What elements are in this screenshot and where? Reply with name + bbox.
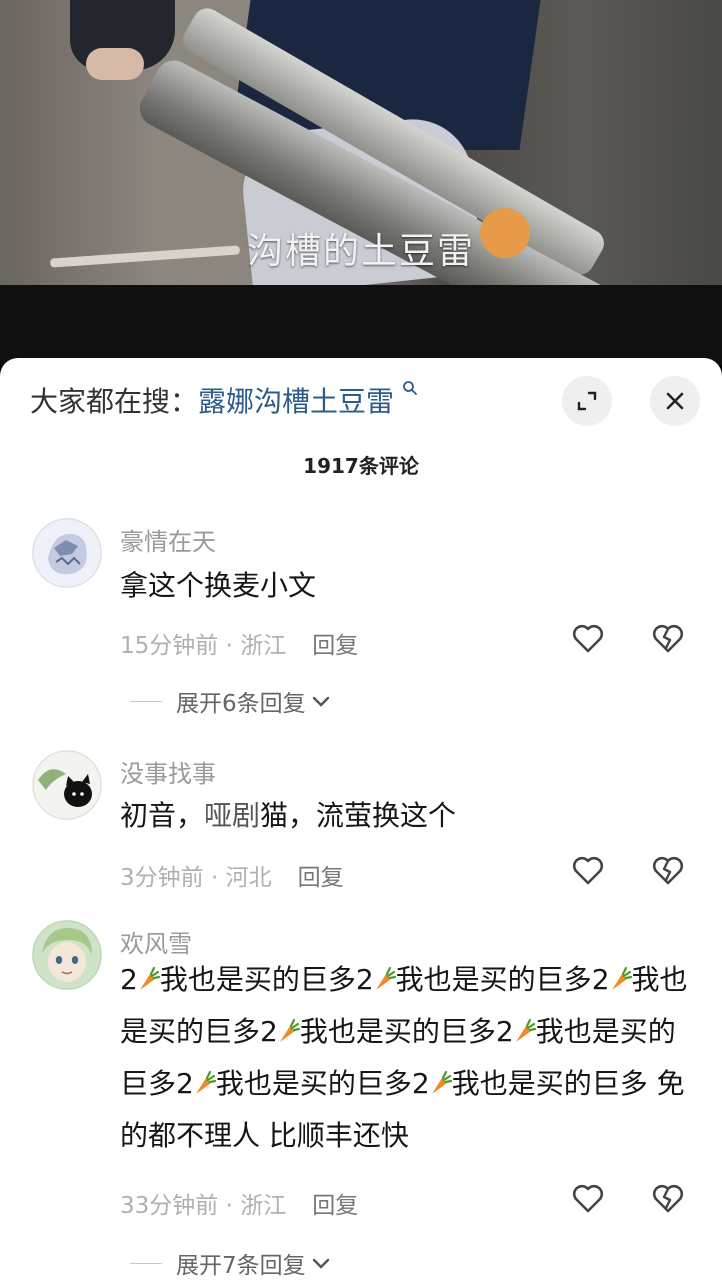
carrot-emoji bbox=[194, 1061, 216, 1094]
reply-button[interactable]: 回复 bbox=[312, 1193, 358, 1219]
meta-separator: · bbox=[203, 865, 226, 891]
comment-location: 浙江 bbox=[240, 633, 287, 659]
divider-line bbox=[130, 700, 162, 702]
comment-number: 2 bbox=[591, 963, 610, 996]
like-button[interactable] bbox=[568, 618, 608, 658]
broken-heart-icon bbox=[652, 856, 684, 885]
dislike-button[interactable] bbox=[648, 850, 688, 890]
close-button[interactable] bbox=[650, 376, 700, 426]
comment-text-segment: 我也是买的巨多 bbox=[299, 1015, 496, 1048]
avatar[interactable] bbox=[32, 518, 102, 588]
carrot-emoji bbox=[430, 1061, 452, 1094]
like-button[interactable] bbox=[568, 1178, 608, 1218]
comment-item: 没事找事 初音，哑剧猫，流萤换这个 3分钟前 · 河北 回复 bbox=[0, 750, 722, 900]
search-keyword-link[interactable]: 露娜沟槽土豆雷 bbox=[198, 385, 394, 418]
dislike-button[interactable] bbox=[648, 618, 688, 658]
comment-count: 1917条评论 bbox=[303, 454, 419, 478]
comment-number: 2 bbox=[355, 963, 374, 996]
comment-number: 2 bbox=[176, 1067, 194, 1100]
chevron-down-icon bbox=[312, 1250, 330, 1276]
video-player[interactable]: 沟槽的土豆雷 bbox=[0, 0, 722, 285]
video-bottom-band bbox=[0, 285, 722, 365]
reply-button[interactable]: 回复 bbox=[312, 633, 358, 659]
close-icon bbox=[666, 392, 684, 410]
comment-location: 浙江 bbox=[240, 1193, 287, 1219]
broken-heart-icon bbox=[652, 1184, 684, 1213]
comment-text-segment: 我 bbox=[451, 1067, 480, 1100]
comment-location: 河北 bbox=[225, 865, 272, 891]
expand-replies-button[interactable]: 展开6条回复 bbox=[130, 684, 330, 718]
carrot-emoji bbox=[610, 957, 632, 990]
comment-text-watermark: 哑剧 bbox=[204, 799, 261, 832]
search-suggestion[interactable]: 大家都在搜：露娜沟槽土豆雷 bbox=[30, 380, 418, 420]
carrot-emoji bbox=[278, 1009, 300, 1042]
expand-icon bbox=[577, 391, 597, 411]
comment-text-segment: 我也是买的巨多 bbox=[395, 963, 592, 996]
comment-item: 欢风雪 2 我也是买的巨多2 我也是买的巨多2 我也是买的巨多2 我也是买的巨多2 我也是… bbox=[0, 920, 722, 1280]
expand-replies-label: 展开7条回复 bbox=[176, 1253, 306, 1279]
comment-item: 豪情在天 拿这个换麦小文 15分钟前 · 浙江 回复 展开6条回复 bbox=[0, 518, 722, 728]
meta-separator: · bbox=[218, 633, 241, 659]
meta-separator: · bbox=[218, 1193, 241, 1219]
comment-text-part: 初音， bbox=[120, 799, 205, 832]
comment-text: 拿这个换麦小文 bbox=[120, 569, 317, 602]
search-prefix: 大家都在搜： bbox=[30, 385, 199, 418]
comment-number: 2 bbox=[495, 1015, 514, 1048]
divider-line bbox=[130, 1262, 162, 1264]
chevron-down-icon bbox=[312, 688, 330, 714]
avatar[interactable] bbox=[32, 920, 102, 990]
carrot-emoji bbox=[138, 957, 160, 990]
comment-meta: 15分钟前 · 浙江 回复 bbox=[120, 626, 358, 660]
comment-text-segment: 我也是买的巨多 bbox=[215, 1067, 412, 1100]
video-figure-hand bbox=[86, 48, 144, 80]
heart-icon bbox=[572, 624, 604, 653]
comment-meta: 33分钟前 · 浙江 回复 bbox=[120, 1186, 358, 1220]
broken-heart-icon bbox=[652, 624, 684, 653]
comment-number: 2 bbox=[411, 1067, 430, 1100]
heart-icon bbox=[572, 1184, 604, 1213]
comment-meta: 3分钟前 · 河北 回复 bbox=[120, 858, 344, 892]
expand-replies-label: 展开6条回复 bbox=[176, 691, 306, 717]
comment-sheet: 大家都在搜：露娜沟槽土豆雷 1917条评论 豪情在天 拿这个换麦小文 15分钟前… bbox=[0, 358, 722, 1280]
expand-replies-button[interactable]: 展开7条回复 bbox=[130, 1246, 330, 1280]
comment-username[interactable]: 没事找事 bbox=[120, 754, 216, 789]
comment-number: 2 bbox=[260, 1015, 278, 1048]
comment-time: 3分钟前 bbox=[120, 865, 204, 891]
heart-icon bbox=[572, 856, 604, 885]
comment-text-segment: 我也是买的巨多 bbox=[159, 963, 356, 996]
like-button[interactable] bbox=[568, 850, 608, 890]
comment-text-part: 猫，流萤换这个 bbox=[260, 799, 457, 832]
reply-button[interactable]: 回复 bbox=[298, 865, 344, 891]
expand-button[interactable] bbox=[562, 376, 612, 426]
comment-time: 15分钟前 bbox=[120, 633, 219, 659]
comment-text: 2 我也是买的巨多2 我也是买的巨多2 我也是买的巨多2 我也是买的巨多2 我也是买的巨多… bbox=[120, 954, 690, 1162]
comment-time: 33分钟前 bbox=[120, 1193, 219, 1219]
comment-text: 初音，哑剧猫，流萤换这个 bbox=[120, 790, 690, 842]
search-icon bbox=[396, 380, 418, 401]
video-caption: 沟槽的土豆雷 bbox=[246, 231, 475, 272]
comment-username[interactable]: 豪情在天 bbox=[120, 522, 216, 557]
comment-number: 2 bbox=[120, 963, 138, 996]
dislike-button[interactable] bbox=[648, 1178, 688, 1218]
carrot-emoji bbox=[374, 957, 396, 990]
avatar[interactable] bbox=[32, 750, 102, 820]
carrot-emoji bbox=[514, 1009, 536, 1042]
